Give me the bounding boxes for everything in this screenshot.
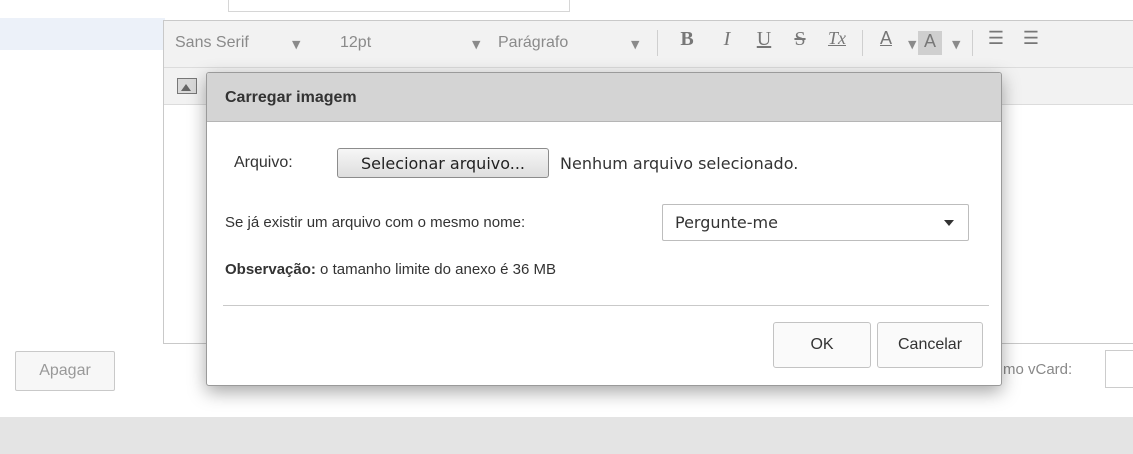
block-format-select[interactable]: Parágrafo (498, 34, 568, 52)
cancel-button[interactable]: Cancelar (877, 322, 983, 368)
insert-image-icon[interactable] (177, 78, 197, 94)
footer-bar (0, 417, 1133, 454)
underline-button[interactable]: U (752, 28, 776, 58)
vcard-label: mo vCard: (1003, 361, 1073, 378)
font-family-select[interactable]: Sans Serif (175, 34, 249, 52)
exists-select-value: Pergunte-me (675, 213, 778, 232)
highlight-color-button[interactable]: A (918, 31, 942, 55)
ok-button[interactable]: OK (773, 322, 871, 368)
chevron-down-icon (944, 220, 954, 226)
chevron-down-icon[interactable]: ▼ (472, 38, 480, 51)
indent-icon[interactable]: ☰ (1017, 28, 1045, 58)
chevron-down-icon[interactable]: ▼ (631, 38, 639, 51)
font-size-select[interactable]: 12pt (340, 34, 371, 52)
exists-select[interactable]: Pergunte-me (662, 204, 969, 241)
select-file-button[interactable]: Selecionar arquivo... (337, 148, 549, 178)
dialog-title: Carregar imagem (207, 73, 1001, 122)
clear-format-button[interactable]: Tx (822, 28, 852, 58)
note-label: Observação: (225, 261, 316, 278)
italic-button[interactable]: I (715, 28, 739, 58)
dialog-divider (223, 305, 989, 306)
file-label: Arquivo: (234, 154, 293, 171)
chevron-down-icon[interactable]: ▼ (908, 38, 916, 51)
font-color-button[interactable]: A (872, 28, 900, 58)
toolbar-divider (657, 30, 658, 56)
chevron-down-icon[interactable]: ▼ (952, 38, 960, 51)
strikethrough-button[interactable]: S (788, 28, 812, 58)
sidebar-highlight (0, 18, 165, 50)
subject-field[interactable] (228, 0, 570, 12)
delete-button[interactable]: Apagar (15, 351, 115, 391)
upload-image-dialog: Carregar imagem Arquivo: Selecionar arqu… (206, 72, 1002, 386)
bold-button[interactable]: B (675, 28, 699, 58)
toolbar-divider (972, 30, 973, 56)
size-limit-note: Observação: o tamanho limite do anexo é … (225, 261, 556, 278)
note-text: o tamanho limite do anexo é 36 MB (315, 261, 557, 278)
chevron-down-icon[interactable]: ▼ (292, 38, 300, 51)
outdent-icon[interactable]: ☰ (982, 28, 1010, 58)
vcard-input[interactable] (1105, 350, 1133, 388)
file-status: Nenhum arquivo selecionado. (560, 154, 799, 173)
toolbar-divider (862, 30, 863, 56)
exists-label: Se já existir um arquivo com o mesmo nom… (225, 214, 526, 231)
